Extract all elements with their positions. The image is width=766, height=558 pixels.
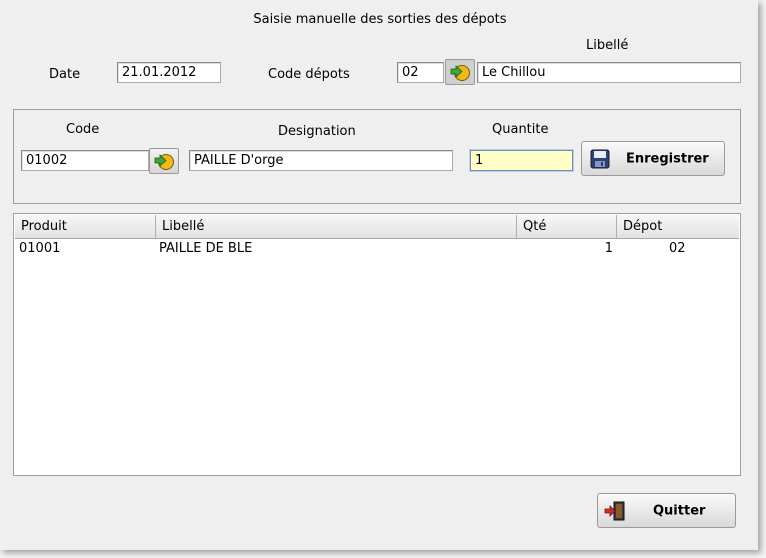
- quantite-label: Quantite: [492, 122, 549, 137]
- column-header-qte[interactable]: Qté: [517, 215, 617, 238]
- cell-qte: 1: [604, 241, 613, 256]
- depot-lookup-button[interactable]: [445, 59, 475, 85]
- arrow-circle-icon: [154, 154, 174, 170]
- column-header-libelle[interactable]: Libellé: [156, 215, 517, 238]
- code-label: Code: [66, 122, 100, 137]
- cell-libelle: PAILLE DE BLE: [159, 241, 253, 256]
- cell-produit: 01001: [19, 241, 61, 256]
- table-header: Produit Libellé Qté Dépot: [15, 215, 739, 239]
- cell-depot: 02: [669, 241, 686, 256]
- libelle-label: Libellé: [586, 38, 629, 53]
- floppy-disk-icon: [590, 149, 610, 169]
- save-button[interactable]: Enregistrer: [581, 141, 725, 176]
- quit-button-label: Quitter: [653, 503, 706, 518]
- save-button-label: Enregistrer: [626, 151, 709, 166]
- window-title: Saisie manuelle des sorties des dépots: [253, 12, 507, 27]
- libelle-field[interactable]: Le Chillou: [477, 62, 741, 83]
- exit-door-icon: [604, 501, 625, 521]
- dialog-window: Saisie manuelle des sorties des dépots D…: [0, 0, 758, 550]
- designation-field[interactable]: PAILLE D'orge: [189, 150, 453, 171]
- code-depots-field[interactable]: 02: [397, 62, 444, 83]
- arrow-circle-icon: [450, 65, 470, 81]
- date-label: Date: [49, 67, 81, 82]
- code-lookup-button[interactable]: [149, 148, 179, 174]
- designation-label: Designation: [278, 124, 356, 139]
- quantite-field[interactable]: 1: [470, 150, 573, 171]
- code-field[interactable]: 01002: [21, 150, 149, 171]
- column-header-depot[interactable]: Dépot: [617, 215, 741, 238]
- date-field[interactable]: 21.01.2012: [117, 62, 221, 83]
- column-header-produit[interactable]: Produit: [15, 215, 156, 238]
- products-table[interactable]: Produit Libellé Qté Dépot 01001 PAILLE D…: [13, 213, 741, 476]
- table-row[interactable]: 01001 PAILLE DE BLE 1 02: [15, 239, 739, 258]
- quit-button[interactable]: Quitter: [597, 493, 736, 528]
- code-depots-label: Code dépots: [268, 67, 350, 82]
